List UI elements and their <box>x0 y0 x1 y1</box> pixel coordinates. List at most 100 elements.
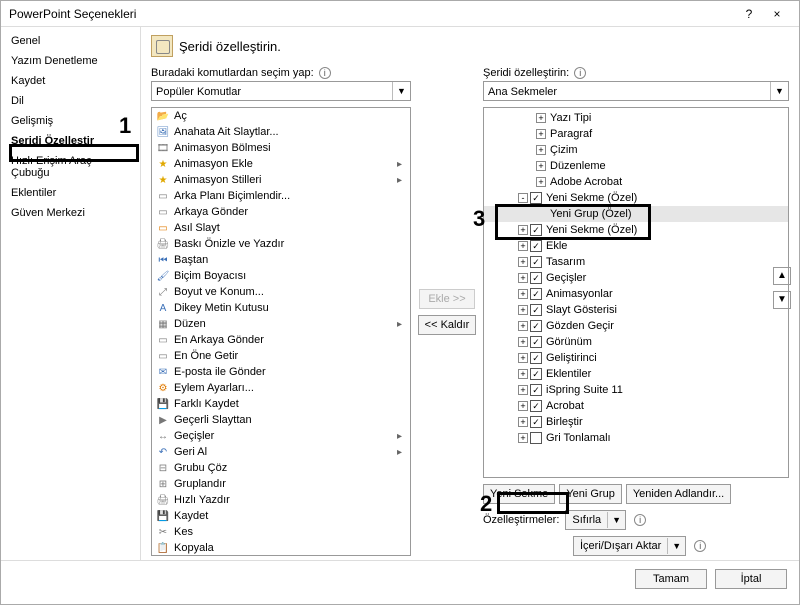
checkbox[interactable] <box>530 432 542 444</box>
sidebar-item[interactable]: Genel <box>1 31 140 51</box>
remove-button[interactable]: << Kaldır <box>418 315 477 335</box>
tree-row[interactable]: +✓Gözden Geçir <box>484 318 788 334</box>
command-item[interactable]: ⤢Boyut ve Konum... <box>152 284 410 300</box>
expand-icon[interactable]: + <box>536 113 546 123</box>
tree-row[interactable]: +✓Tasarım <box>484 254 788 270</box>
tree-row[interactable]: Yeni Grup (Özel) <box>484 206 788 222</box>
command-item[interactable]: ▦Düzen▸ <box>152 316 410 332</box>
command-item[interactable]: ✉E-posta ile Gönder <box>152 364 410 380</box>
command-item[interactable]: ⊟Grubu Çöz <box>152 460 410 476</box>
tree-row[interactable]: +✓Acrobat <box>484 398 788 414</box>
tree-row[interactable]: +✓Ekle <box>484 238 788 254</box>
rename-button[interactable]: Yeniden Adlandır... <box>626 484 731 504</box>
checkbox[interactable]: ✓ <box>530 368 542 380</box>
expand-icon[interactable]: + <box>518 353 528 363</box>
expand-icon[interactable]: + <box>518 225 528 235</box>
command-item[interactable]: ADikey Metin Kutusu <box>152 300 410 316</box>
cancel-button[interactable]: İptal <box>715 569 787 589</box>
sidebar-item[interactable]: Hızlı Erişim Araç Çubuğu <box>1 151 140 183</box>
command-item[interactable]: ▭En Öne Getir <box>152 348 410 364</box>
command-item[interactable]: ▭Arkaya Gönder <box>152 204 410 220</box>
checkbox[interactable]: ✓ <box>530 352 542 364</box>
checkbox[interactable]: ✓ <box>530 416 542 428</box>
commands-listbox[interactable]: 📂Aç🖼Anahata Ait Slaytlar...🎞Animasyon Bö… <box>151 107 411 556</box>
ok-button[interactable]: Tamam <box>635 569 707 589</box>
command-item[interactable]: ▭Arka Planı Biçimlendir... <box>152 188 410 204</box>
checkbox[interactable]: ✓ <box>530 288 542 300</box>
tree-row[interactable]: +✓Slayt Gösterisi <box>484 302 788 318</box>
commands-from-dropdown[interactable]: Popüler Komutlar ▼ <box>151 81 411 101</box>
expand-icon[interactable]: + <box>518 305 528 315</box>
command-item[interactable]: ↶Geri Al▸ <box>152 444 410 460</box>
expand-icon[interactable]: + <box>536 177 546 187</box>
tree-row[interactable]: +✓Eklentiler <box>484 366 788 382</box>
checkbox[interactable]: ✓ <box>530 304 542 316</box>
help-button[interactable]: ? <box>735 1 763 27</box>
command-item[interactable]: 💾Kaydet <box>152 508 410 524</box>
expand-icon[interactable]: + <box>518 433 528 443</box>
help-icon[interactable]: i <box>319 67 331 79</box>
help-icon[interactable]: i <box>694 540 706 552</box>
expand-icon[interactable]: + <box>518 417 528 427</box>
checkbox[interactable]: ✓ <box>530 256 542 268</box>
tree-row[interactable]: +Çizim <box>484 142 788 158</box>
sidebar-item[interactable]: Kaydet <box>1 71 140 91</box>
command-item[interactable]: 🖌Biçim Boyacısı <box>152 268 410 284</box>
reset-button[interactable]: Sıfırla ▼ <box>565 510 626 530</box>
command-item[interactable]: ⚙Eylem Ayarları... <box>152 380 410 396</box>
command-item[interactable]: ★Animasyon Ekle▸ <box>152 156 410 172</box>
expand-icon[interactable]: + <box>536 129 546 139</box>
add-button[interactable]: Ekle >> <box>419 289 475 309</box>
tree-row[interactable]: +✓Geliştirinci <box>484 350 788 366</box>
move-down-button[interactable]: ▼ <box>773 291 791 309</box>
expand-icon[interactable]: + <box>518 273 528 283</box>
command-item[interactable]: ★Animasyon Stilleri▸ <box>152 172 410 188</box>
checkbox[interactable]: ✓ <box>530 272 542 284</box>
tree-row[interactable]: +Paragraf <box>484 126 788 142</box>
tree-row[interactable]: +Düzenleme <box>484 158 788 174</box>
command-item[interactable]: 🖨Hızlı Yazdır <box>152 492 410 508</box>
command-item[interactable]: 🖨Baskı Önizle ve Yazdır <box>152 236 410 252</box>
tree-row[interactable]: +✓Geçişler <box>484 270 788 286</box>
import-export-button[interactable]: İçeri/Dışarı Aktar ▼ <box>573 536 686 556</box>
command-item[interactable]: 💾Farklı Kaydet <box>152 396 410 412</box>
collapse-icon[interactable]: - <box>518 193 528 203</box>
new-tab-button[interactable]: Yeni Sekme <box>483 484 555 504</box>
new-group-button[interactable]: Yeni Grup <box>559 484 622 504</box>
expand-icon[interactable]: + <box>518 369 528 379</box>
checkbox[interactable]: ✓ <box>530 192 542 204</box>
command-item[interactable]: 📋Kopyala <box>152 540 410 556</box>
sidebar-item[interactable]: Gelişmiş <box>1 111 140 131</box>
tree-row[interactable]: +Yazı Tipi <box>484 110 788 126</box>
command-item[interactable]: ⊞Gruplandır <box>152 476 410 492</box>
checkbox[interactable]: ✓ <box>530 240 542 252</box>
tree-row[interactable]: +Adobe Acrobat <box>484 174 788 190</box>
sidebar-item[interactable]: Dil <box>1 91 140 111</box>
ribbon-tree[interactable]: +Yazı Tipi+Paragraf+Çizim+Düzenleme+Adob… <box>483 107 789 478</box>
expand-icon[interactable]: + <box>518 257 528 267</box>
expand-icon[interactable]: + <box>518 337 528 347</box>
checkbox[interactable]: ✓ <box>530 320 542 332</box>
command-item[interactable]: ▭En Arkaya Gönder <box>152 332 410 348</box>
sidebar-item[interactable]: Yazım Denetleme <box>1 51 140 71</box>
tree-row[interactable]: +✓Animasyonlar <box>484 286 788 302</box>
command-item[interactable]: ▭Asıl Slayt <box>152 220 410 236</box>
expand-icon[interactable]: + <box>518 241 528 251</box>
command-item[interactable]: 📂Aç <box>152 108 410 124</box>
checkbox[interactable]: ✓ <box>530 336 542 348</box>
expand-icon[interactable]: + <box>518 321 528 331</box>
command-item[interactable]: ⏮Baştan <box>152 252 410 268</box>
tree-row[interactable]: +✓Yeni Sekme (Özel) <box>484 222 788 238</box>
ribbon-tabs-dropdown[interactable]: Ana Sekmeler ▼ <box>483 81 789 101</box>
expand-icon[interactable]: + <box>518 385 528 395</box>
command-item[interactable]: ✂Kes <box>152 524 410 540</box>
checkbox[interactable]: ✓ <box>530 384 542 396</box>
command-item[interactable]: ▶Geçerli Slayttan <box>152 412 410 428</box>
tree-row[interactable]: -✓Yeni Sekme (Özel) <box>484 190 788 206</box>
command-item[interactable]: ↔Geçişler▸ <box>152 428 410 444</box>
help-icon[interactable]: i <box>634 514 646 526</box>
help-icon[interactable]: i <box>574 67 586 79</box>
sidebar-item[interactable]: Güven Merkezi <box>1 203 140 223</box>
expand-icon[interactable]: + <box>536 145 546 155</box>
command-item[interactable]: 🖼Anahata Ait Slaytlar... <box>152 124 410 140</box>
